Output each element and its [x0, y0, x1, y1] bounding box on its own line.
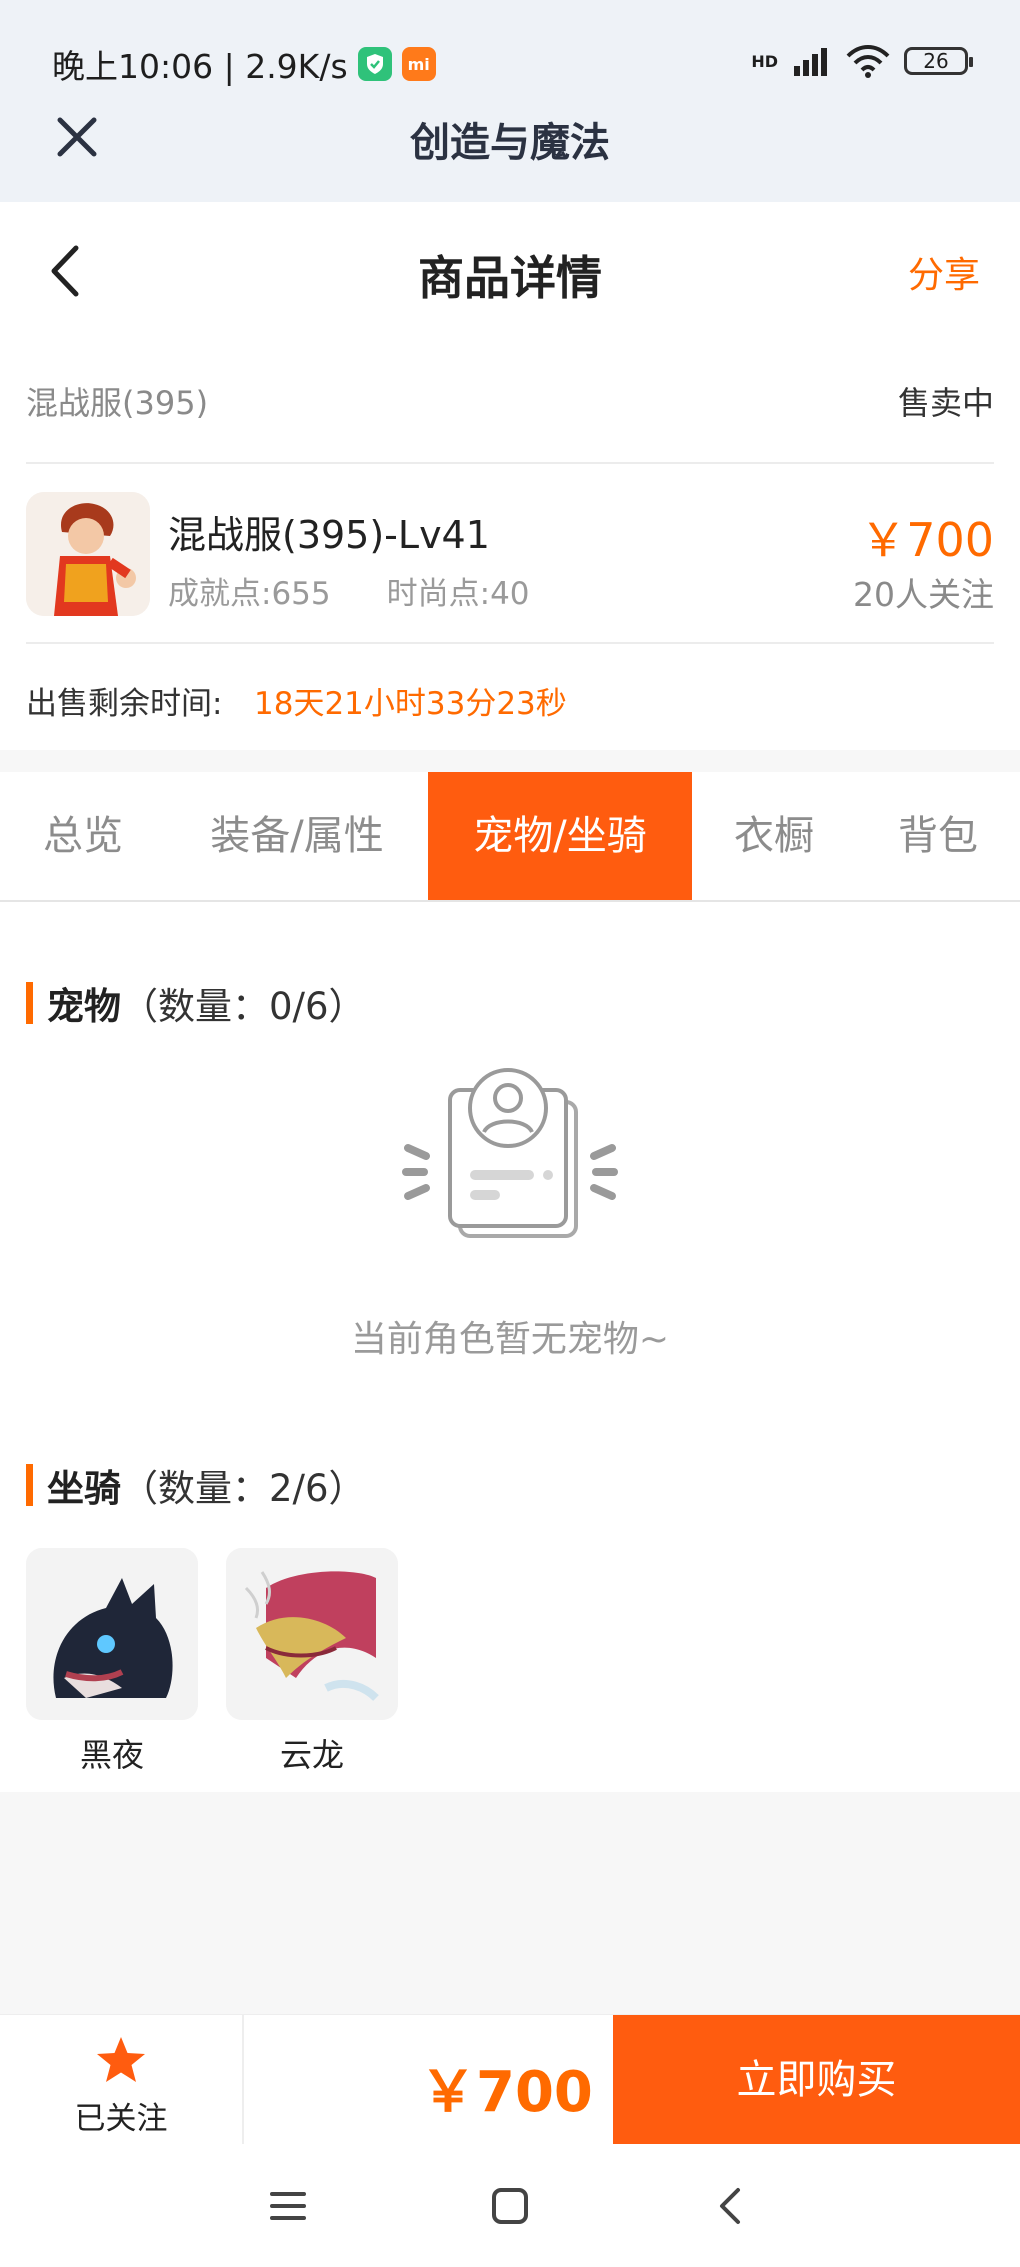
- tab-bar: 总览 装备/属性 宠物/坐骑 衣橱 背包: [0, 772, 1020, 902]
- page-header: 商品详情 分享: [0, 202, 1020, 340]
- app-title: 创造与魔法: [410, 120, 610, 166]
- mounts-count: （数量：2/6）: [121, 1467, 366, 1510]
- share-button[interactable]: 分享: [908, 246, 980, 298]
- remaining-time-row: 出售剩余时间: 18天21小时33分23秒: [26, 644, 994, 750]
- buy-now-button[interactable]: 立即购买: [613, 2015, 1020, 2145]
- wifi-icon: [846, 45, 890, 78]
- section-accent-bar: [26, 1464, 33, 1506]
- tab-overview[interactable]: 总览: [0, 772, 166, 900]
- mounts-list: 黑夜 云龙: [26, 1548, 398, 1776]
- section-accent-bar: [26, 982, 33, 1024]
- server-name: 混战服(395): [26, 384, 209, 422]
- pets-count: （数量：0/6）: [121, 985, 366, 1028]
- empty-profile-icon: [402, 1068, 618, 1238]
- status-right: HD 26: [751, 44, 973, 78]
- mount-item[interactable]: 黑夜: [26, 1548, 198, 1776]
- pets-section-header: 宠物 （数量：0/6）: [26, 976, 366, 1030]
- follow-button[interactable]: 已关注: [0, 2015, 244, 2145]
- mounts-title: 坐骑: [47, 1467, 121, 1510]
- mounts-section-header: 坐骑 （数量：2/6）: [26, 1458, 366, 1512]
- tab-wardrobe[interactable]: 衣橱: [692, 772, 856, 900]
- status-time: 晚上10:06 | 2.9K/s mi: [52, 40, 436, 88]
- page-title: 商品详情: [418, 251, 602, 305]
- remaining-time-label: 出售剩余时间:: [26, 686, 223, 722]
- mi-app-icon: mi: [401, 47, 436, 81]
- status-time-text: 晚上10:06 | 2.9K/s: [52, 47, 348, 86]
- item-price: ￥700: [860, 513, 994, 567]
- app-bar: 创造与魔法: [0, 90, 1020, 202]
- mount-item[interactable]: 云龙: [226, 1548, 398, 1776]
- section-gap: [0, 750, 1020, 772]
- character-avatar: [26, 492, 150, 616]
- follow-label: 已关注: [74, 2101, 168, 2137]
- item-meta: 成就点:655 时尚点:40: [168, 568, 530, 613]
- mount-black-panther-image: [26, 1548, 198, 1720]
- fashion-points: 时尚点:40: [386, 576, 530, 612]
- menu-icon[interactable]: [266, 2184, 310, 2228]
- pets-empty-text: 当前角色暂无宠物~: [350, 1319, 670, 1360]
- signal-icon: [794, 48, 827, 76]
- network-label: HD: [751, 51, 778, 71]
- item-card[interactable]: 混战服(395)-Lv41 成就点:655 时尚点:40 ￥700 20人关注: [26, 464, 994, 644]
- shield-badge-icon: [357, 47, 392, 81]
- battery-icon: 26: [904, 47, 973, 75]
- system-nav-bar: [0, 2144, 1020, 2267]
- star-icon: [97, 2037, 145, 2082]
- mount-name: 黑夜: [79, 1736, 144, 1774]
- mount-name: 云龙: [279, 1736, 344, 1774]
- item-title: 混战服(395)-Lv41: [168, 513, 490, 557]
- nav-back-icon[interactable]: [710, 2184, 754, 2228]
- pets-title: 宠物: [47, 985, 121, 1028]
- item-followers: 20人关注: [853, 575, 994, 614]
- product-detail: 商品详情 分享 混战服(395) 售卖中 混战服(395)-Lv41 成就点:6…: [0, 202, 1020, 1792]
- bottom-action-bar: 已关注 ￥700 立即购买: [0, 2014, 1020, 2145]
- tab-pets-mounts[interactable]: 宠物/坐骑: [428, 772, 692, 900]
- pets-mounts-content: 宠物 （数量：0/6） 当前角色暂无宠物~ 坐骑 （数量：2/6） 黑夜 云龙: [0, 902, 1020, 1792]
- mount-cloud-dragon-image: [226, 1548, 398, 1720]
- server-row: 混战服(395) 售卖中: [26, 340, 994, 464]
- achievement-points: 成就点:655: [168, 576, 331, 612]
- bottom-price: ￥700: [420, 2060, 593, 2125]
- home-icon[interactable]: [488, 2184, 532, 2228]
- tab-equipment[interactable]: 装备/属性: [166, 772, 428, 900]
- sale-status: 售卖中: [897, 384, 994, 422]
- remaining-time-value: 18天21小时33分23秒: [254, 686, 567, 722]
- tab-backpack[interactable]: 背包: [856, 772, 1020, 900]
